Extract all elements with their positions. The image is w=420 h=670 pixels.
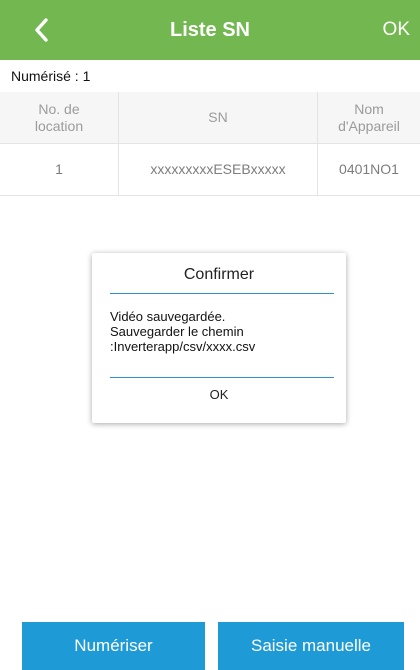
- dialog-title-divider: [110, 293, 334, 294]
- cell-location: 1: [0, 144, 119, 195]
- manual-entry-button[interactable]: Saisie manuelle: [218, 622, 404, 670]
- column-header-location-line1: No. de: [38, 100, 80, 117]
- table-row[interactable]: 1 xxxxxxxxxESEBxxxxx 0401NO1: [0, 144, 420, 196]
- table-header: No. de location SN Nom d'Appareil: [0, 92, 420, 144]
- column-header-device-line2: d'Appareil: [338, 117, 400, 134]
- scan-count: Numérisé : 1: [11, 68, 91, 84]
- dialog-message-line-2: Sauvegarder le chemin: [110, 324, 244, 339]
- header-ok-button[interactable]: OK: [383, 0, 410, 60]
- dialog-message-line-3: :Inverterapp/csv/xxxx.csv: [110, 339, 256, 354]
- dialog-title: Confirmer: [183, 266, 255, 283]
- column-header-device-line1: Nom: [354, 100, 384, 117]
- app-header: Liste SN OK: [0, 0, 420, 60]
- dialog-button-divider: [110, 377, 334, 378]
- column-header-sn: SN: [119, 92, 318, 143]
- page-title: Liste SN: [169, 19, 251, 41]
- dialog-message-line-1: Vidéo sauvegardée.: [110, 309, 226, 324]
- scan-button[interactable]: Numériser: [22, 622, 205, 670]
- column-header-location: No. de location: [0, 92, 119, 143]
- sn-table: No. de location SN Nom d'Appareil 1 xxxx…: [0, 92, 420, 196]
- cell-sn: xxxxxxxxxESEBxxxxx: [119, 144, 318, 195]
- confirm-dialog: Confirmer Vidéo sauvegardée. Sauvegarder…: [92, 253, 346, 423]
- column-header-location-line2: location: [34, 117, 84, 134]
- column-header-device-name: Nom d'Appareil: [318, 92, 420, 143]
- cell-device-name: 0401NO1: [339, 161, 399, 177]
- dialog-message: Vidéo sauvegardée. Sauvegarder le chemin…: [110, 309, 336, 354]
- column-header-sn-label: SN: [208, 109, 228, 125]
- dialog-ok-button[interactable]: OK: [92, 387, 346, 402]
